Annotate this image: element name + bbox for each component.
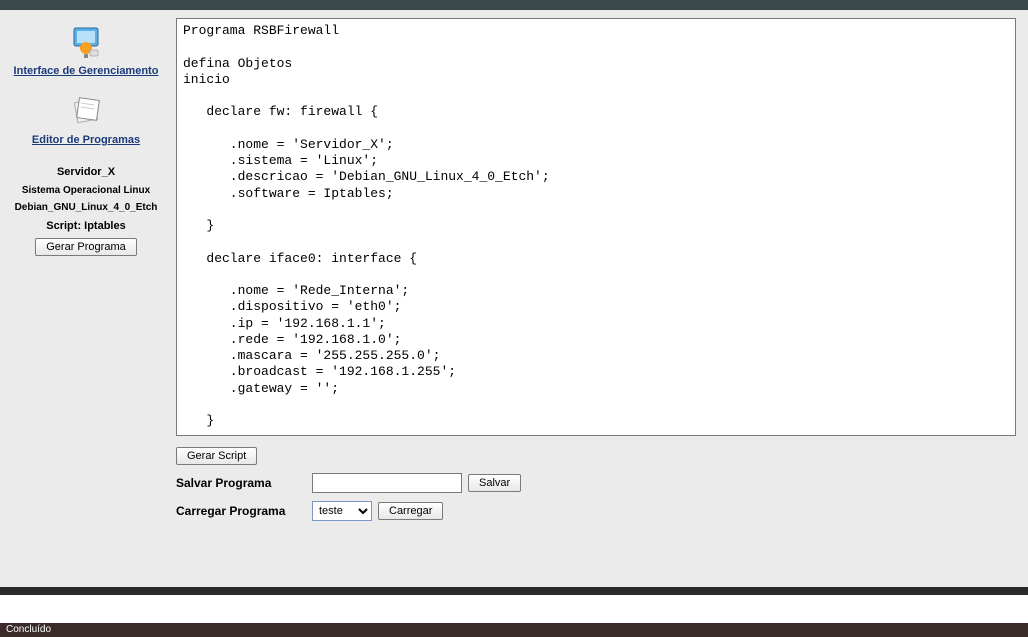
top-bar [0, 0, 1028, 10]
status-text: Concluído [6, 624, 51, 635]
status-bar: Concluído [0, 623, 1028, 637]
salvar-row: Salvar Programa Salvar [176, 473, 1016, 493]
script-label: Script: Iptables [0, 220, 172, 232]
salvar-input[interactable] [312, 473, 462, 493]
interface-link[interactable]: Interface de Gerenciamento [0, 63, 172, 79]
salvar-label: Salvar Programa [176, 476, 306, 490]
main-container: Interface de Gerenciamento Editor de Pro… [0, 10, 1028, 578]
gerar-programa-button[interactable]: Gerar Programa [35, 238, 136, 256]
carregar-select[interactable]: teste [312, 501, 372, 521]
gerar-script-button[interactable]: Gerar Script [176, 447, 257, 465]
editor-link[interactable]: Editor de Programas [0, 132, 172, 148]
gerar-script-row: Gerar Script [176, 447, 1016, 465]
code-editor[interactable] [176, 18, 1016, 436]
server-name-label: Servidor_X [0, 166, 172, 178]
editor-icon [68, 97, 104, 129]
salvar-button[interactable]: Salvar [468, 474, 521, 492]
carregar-button[interactable]: Carregar [378, 502, 443, 520]
content-area: Gerar Script Salvar Programa Salvar Carr… [172, 10, 1028, 578]
blank-area [0, 595, 1028, 623]
interface-icon [66, 20, 106, 60]
editor-section: Editor de Programas [0, 97, 172, 148]
interface-section: Interface de Gerenciamento [0, 20, 172, 79]
bottom-stripe [0, 587, 1028, 595]
os-line1: Sistema Operacional Linux [0, 184, 172, 197]
sidebar: Interface de Gerenciamento Editor de Pro… [0, 10, 172, 578]
os-line2: Debian_GNU_Linux_4_0_Etch [0, 201, 172, 214]
carregar-row: Carregar Programa teste Carregar [176, 501, 1016, 521]
carregar-label: Carregar Programa [176, 504, 306, 518]
